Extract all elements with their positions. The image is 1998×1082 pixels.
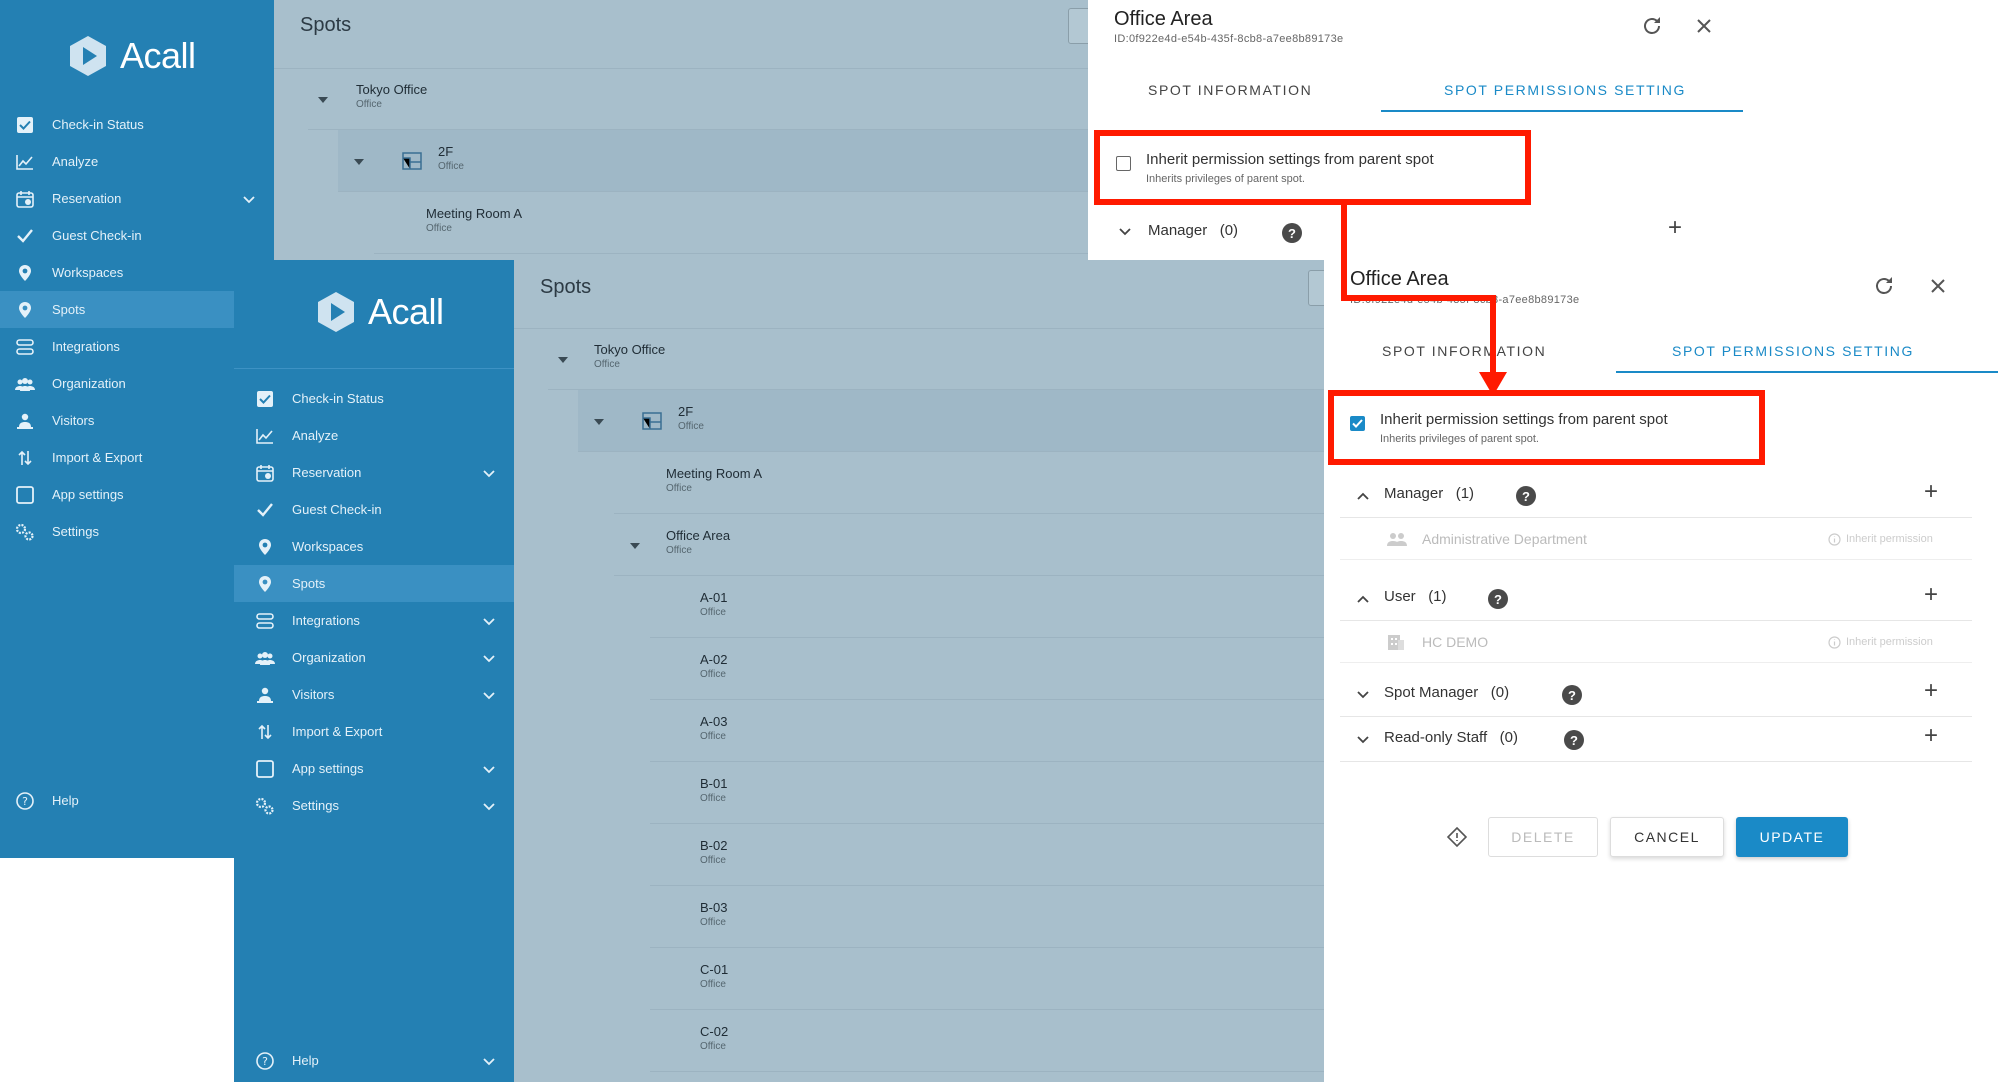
transition-arrow	[1341, 201, 1507, 396]
